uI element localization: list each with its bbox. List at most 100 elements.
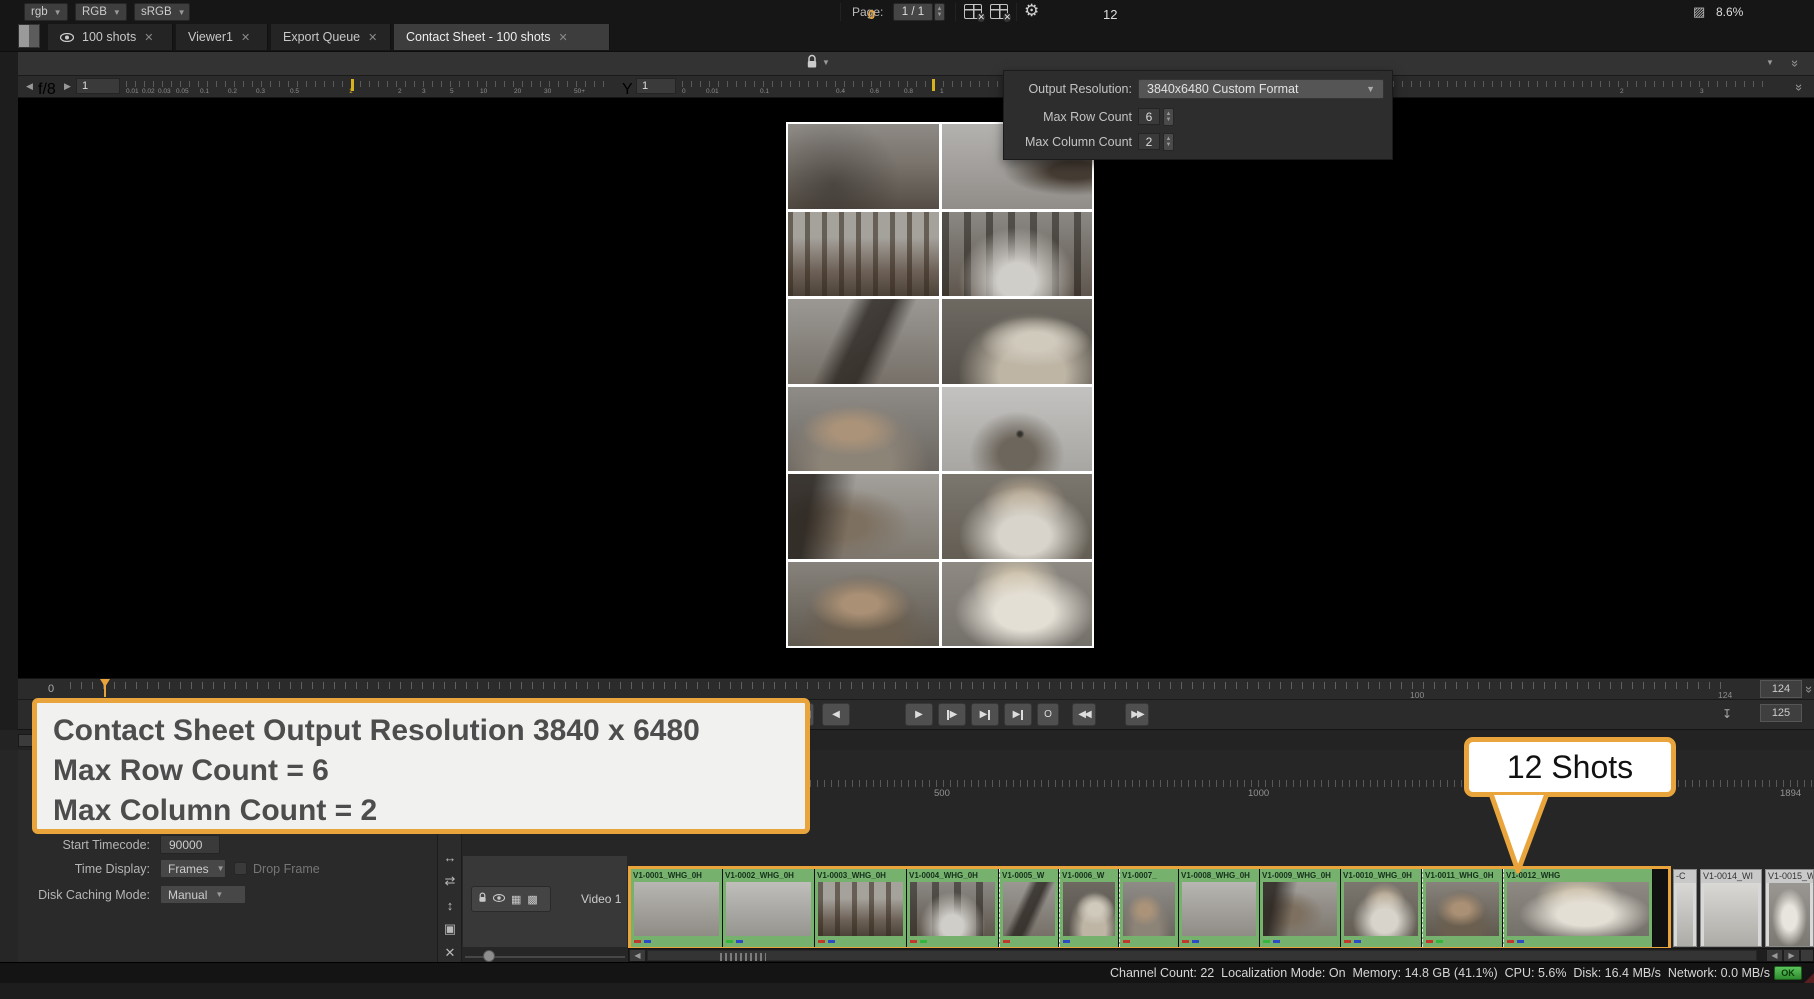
channel-dropdown[interactable]: rgb▼ xyxy=(24,3,68,21)
step-value[interactable]: 12 xyxy=(1103,7,1117,22)
drop-frame-checkbox[interactable] xyxy=(234,862,247,875)
collapse-icon[interactable]: » xyxy=(1802,686,1814,693)
next-arrow-icon[interactable]: ▶ xyxy=(64,81,71,92)
skip-to-end-button[interactable]: ▶ xyxy=(1004,703,1032,726)
max-row-spinner[interactable]: ▲▼ xyxy=(1163,108,1174,126)
max-column-spinner[interactable]: ▲▼ xyxy=(1163,133,1174,151)
resize-grip[interactable] xyxy=(1804,973,1814,983)
track-solo-icon[interactable]: ▦ xyxy=(511,893,521,906)
scroll-corner[interactable] xyxy=(1801,950,1813,961)
scroll-left-button[interactable]: ◀ xyxy=(630,950,645,961)
shots-callout: 12 Shots xyxy=(1464,737,1676,797)
close-icon[interactable]: ✕ xyxy=(241,31,250,44)
timeline-clip-6[interactable]: V1-0006_W xyxy=(1059,869,1119,947)
move-trim-tool-icon[interactable]: ⇄ xyxy=(441,872,459,890)
clip-tags xyxy=(1423,936,1502,947)
video-track-header[interactable]: ▦ ▩ Video 1 xyxy=(462,855,628,948)
close-icon[interactable]: ✕ xyxy=(368,31,377,44)
chevron-down-icon[interactable]: ▼ xyxy=(822,58,830,67)
collapse-icon[interactable]: » xyxy=(1792,84,1807,91)
timeline-clip-9[interactable]: V1-0009_WHG_0H xyxy=(1260,869,1341,947)
proxy-stripes-icon[interactable]: ▨ xyxy=(1693,4,1705,20)
lock-icon[interactable] xyxy=(806,54,818,74)
timeline-clip-8[interactable]: V1-0008_WHG_0H xyxy=(1179,869,1260,947)
step-back-button[interactable]: ◀◀ xyxy=(1072,703,1096,726)
out-frame-field[interactable]: 125 xyxy=(1760,704,1802,722)
colorspace-dropdown[interactable]: sRGB▼ xyxy=(134,3,190,21)
track-visibility-icon[interactable] xyxy=(493,893,505,905)
annotation-box: Contact Sheet Output Resolution 3840 x 6… xyxy=(32,698,810,834)
viewer-playhead-line xyxy=(104,679,106,697)
page-value[interactable]: 1 / 1 xyxy=(893,3,933,21)
track-lock-icon[interactable] xyxy=(478,892,487,906)
eye-icon xyxy=(60,33,74,42)
timeline-clip-4[interactable]: V1-0004_WHG_0H xyxy=(907,869,999,947)
gain-slider[interactable] xyxy=(126,81,612,87)
collapse-icon[interactable]: » xyxy=(1788,60,1803,67)
play-button[interactable]: ▶ xyxy=(905,703,933,726)
gamma-input[interactable]: 1 xyxy=(636,78,676,94)
scroll-left-button[interactable]: ◀ xyxy=(1767,950,1782,961)
razor-tool-icon[interactable]: ✕ xyxy=(441,944,459,962)
step-forward-button[interactable]: ▶▶ xyxy=(1125,703,1149,726)
gain-tick: 0.01 xyxy=(126,88,139,95)
disk-caching-dropdown[interactable]: Manual▼ xyxy=(160,885,246,904)
next-edit-button[interactable]: ▶ xyxy=(971,703,999,726)
chevron-down-icon[interactable]: ▼ xyxy=(1766,58,1774,67)
tab-contact-sheet[interactable]: Contact Sheet - 100 shots ✕ xyxy=(394,24,610,50)
gamma-marker[interactable] xyxy=(932,79,935,91)
track-zoom-knob[interactable] xyxy=(483,950,495,962)
max-row-count-field[interactable]: 6 xyxy=(1138,108,1160,125)
timeline-clip-7[interactable]: V1-0007_ xyxy=(1119,869,1179,947)
play-backward-button[interactable]: ◀ xyxy=(822,703,850,726)
timeline-clip-5[interactable]: V1-0005_W xyxy=(999,869,1059,947)
loop-button[interactable]: O xyxy=(1037,703,1059,726)
tab-export-queue[interactable]: Export Queue ✕ xyxy=(271,24,391,50)
start-timecode-field[interactable]: 90000 xyxy=(160,835,220,854)
multi-tool-icon[interactable]: ↔ xyxy=(441,848,459,866)
display-dropdown[interactable]: RGB▼ xyxy=(75,3,127,21)
prev-arrow-icon[interactable]: ◀ xyxy=(26,81,33,92)
chevron-down-icon: ▼ xyxy=(217,864,225,873)
timeline-clip-13-partial[interactable]: -C xyxy=(1673,869,1697,947)
close-icon[interactable]: ✕ xyxy=(559,31,568,44)
gain-tick: 0.2 xyxy=(228,88,237,95)
start-timecode-label: Start Timecode: xyxy=(0,838,150,852)
time-display-dropdown[interactable]: Frames▼ xyxy=(160,859,226,878)
clip-tags xyxy=(1260,936,1340,947)
timeline-clip-3[interactable]: V1-0003_WHG_0H xyxy=(815,869,907,947)
export-frame-icon[interactable]: ↧ xyxy=(1722,707,1732,721)
track-mute-icon[interactable]: ▩ xyxy=(527,893,537,906)
timeline-clip-10[interactable]: V1-0010_WHG_0H xyxy=(1341,869,1422,947)
page-spinner[interactable]: ▲▼ xyxy=(934,3,945,21)
zoom-level[interactable]: 8.6% xyxy=(1716,5,1743,19)
timeline-clip-2[interactable]: V1-0002_WHG_0H xyxy=(723,869,815,947)
slip-tool-icon[interactable]: ↕ xyxy=(441,896,459,914)
output-resolution-dropdown[interactable]: 3840x6480 Custom Format▼ xyxy=(1138,79,1384,99)
timeline-hscrollbar[interactable]: ◀ ◀ ▶ xyxy=(628,948,1814,962)
clip-label: V1-0001_WHG_0H xyxy=(631,869,722,882)
tab-viewer1[interactable]: Viewer1 ✕ xyxy=(176,24,268,50)
scrollbar-grip[interactable] xyxy=(720,953,766,961)
max-column-count-field[interactable]: 2 xyxy=(1138,133,1160,150)
remove-column-icon[interactable]: ✕ xyxy=(990,4,1008,19)
viewer-frame-ruler[interactable]: 0 100 124 xyxy=(18,678,1814,700)
scrollbar-thumb[interactable] xyxy=(647,950,1757,961)
current-frame[interactable]: 0 xyxy=(868,7,875,22)
clip-tags xyxy=(815,936,906,947)
timeline-clip-1[interactable]: V1-0001_WHG_0H xyxy=(631,869,723,947)
timeline-clip-14[interactable]: V1-0014_WI xyxy=(1700,869,1762,947)
timeline-clip-12[interactable]: V1-0012_WHG xyxy=(1503,869,1653,947)
tab-100-shots[interactable]: 100 shots ✕ xyxy=(48,24,173,50)
clip-tags xyxy=(1504,936,1652,947)
close-icon[interactable]: ✕ xyxy=(144,31,153,44)
remove-row-icon[interactable]: ✕ xyxy=(964,4,982,19)
play-to-next-button[interactable]: ▶ xyxy=(938,703,966,726)
in-frame-field[interactable]: 124 xyxy=(1760,680,1802,698)
timeline-clip-11[interactable]: V1-0011_WHG_0H xyxy=(1422,869,1503,947)
gear-icon[interactable]: ⚙ xyxy=(1024,1,1039,21)
scroll-right-button[interactable]: ▶ xyxy=(1784,950,1799,961)
timeline-clip-15[interactable]: V1-0015_W xyxy=(1765,869,1814,947)
gain-input[interactable]: 1 xyxy=(76,78,120,94)
slide-tool-icon[interactable]: ▣ xyxy=(441,920,459,938)
